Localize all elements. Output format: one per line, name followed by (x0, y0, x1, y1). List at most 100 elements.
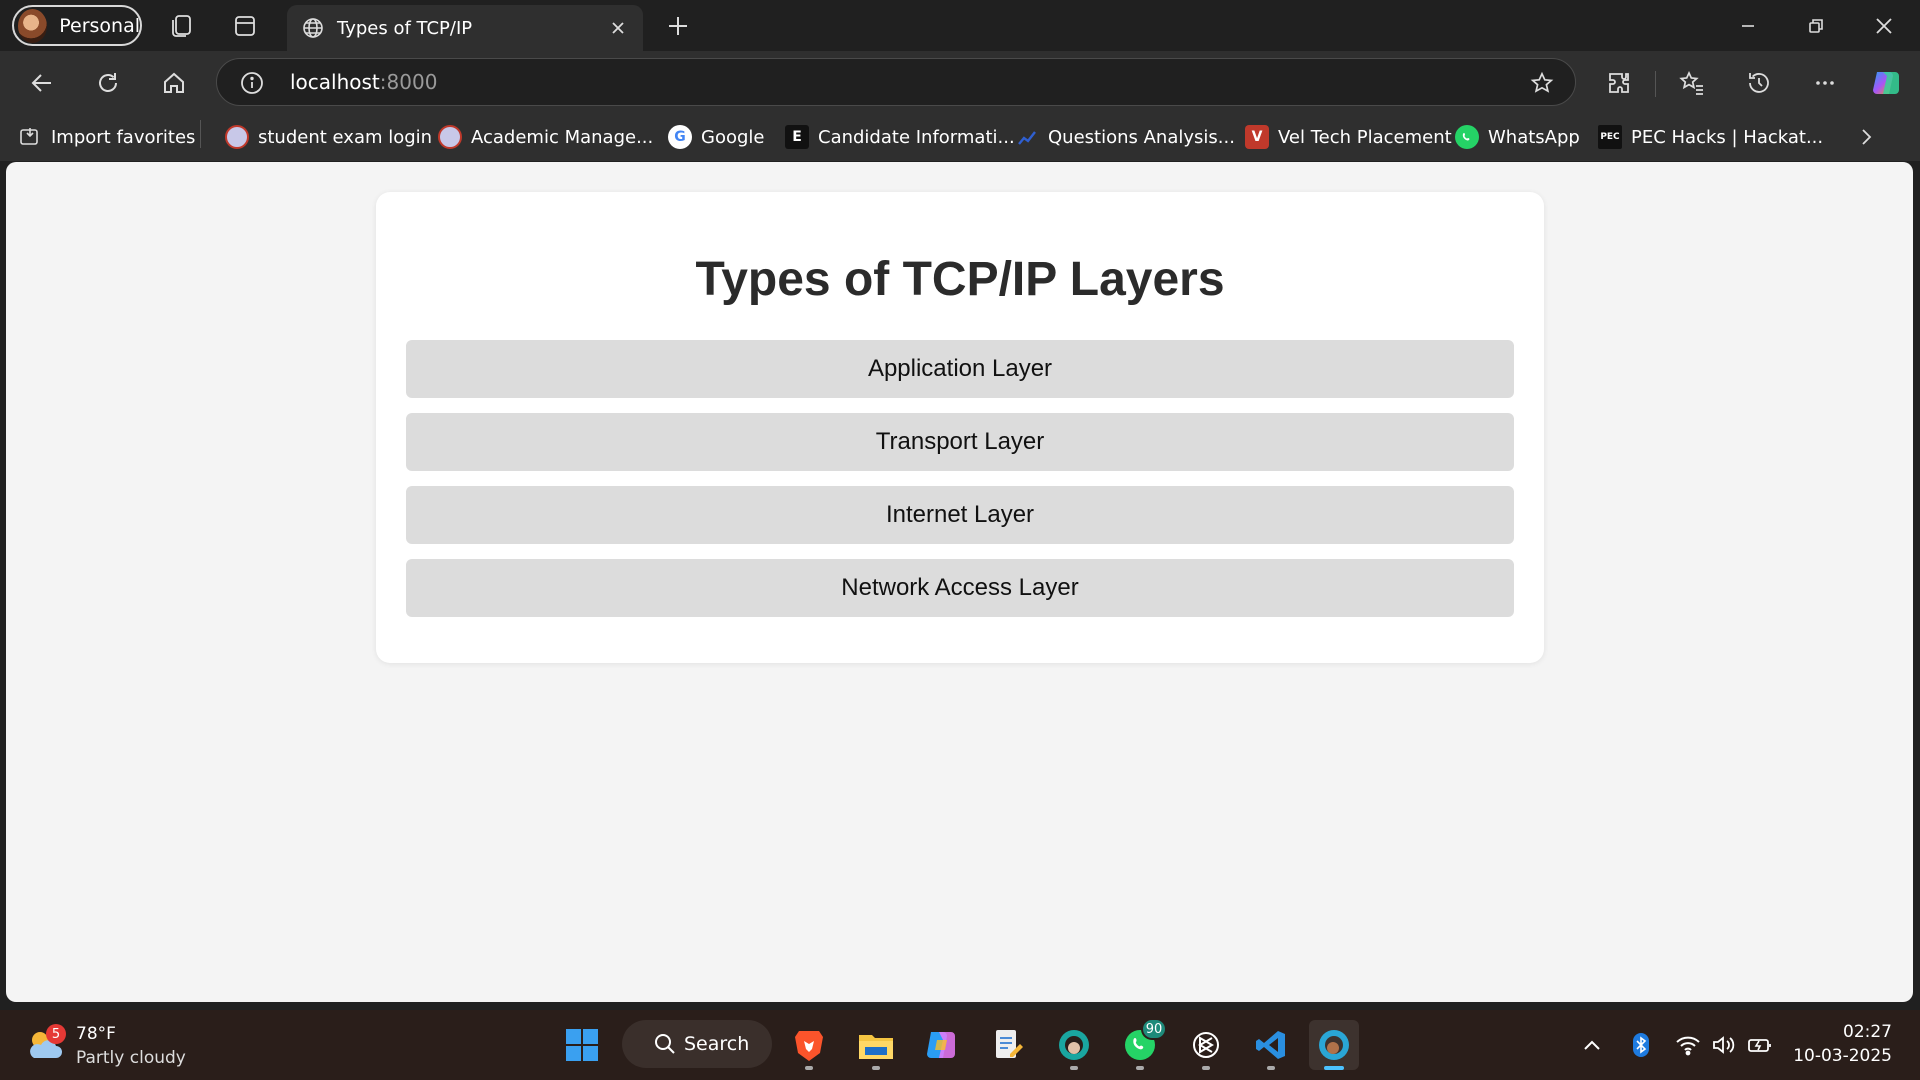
copilot-icon[interactable] (1866, 63, 1906, 103)
start-button[interactable] (557, 1020, 607, 1070)
chatgpt-icon[interactable] (1181, 1020, 1231, 1070)
pec-icon: PEC (1598, 125, 1622, 149)
page-viewport: Types of TCP/IP Layers Application Layer… (6, 162, 1913, 1002)
vscode-icon[interactable] (1246, 1020, 1296, 1070)
wifi-icon[interactable] (1674, 1032, 1702, 1058)
search-label: Search (684, 1033, 750, 1055)
bookmark-label: Vel Tech Placement (1278, 126, 1452, 148)
browser-title-bar: Personal Types of TCP/IP (0, 0, 1920, 51)
history-icon[interactable] (1739, 63, 1779, 103)
clock-time[interactable]: 02:27 (1843, 1022, 1892, 1042)
copilot-app-icon[interactable] (917, 1020, 967, 1070)
browser-toolbar: localhost:8000 (0, 51, 1920, 113)
site-info-icon[interactable] (237, 68, 267, 98)
university-seal-icon (225, 125, 249, 149)
bookmark-label: Google (701, 126, 765, 148)
workspaces-icon[interactable] (166, 10, 198, 42)
bookmarks-divider (200, 120, 201, 148)
avatar (18, 8, 48, 43)
taskbar-search[interactable]: Search (622, 1020, 772, 1068)
address-bar[interactable]: localhost:8000 (216, 58, 1576, 106)
bookmark-academic-manage[interactable]: Academic Manage... (438, 123, 653, 151)
transport-layer-button[interactable]: Transport Layer (406, 413, 1514, 471)
address-port: :8000 (379, 70, 438, 94)
whatsapp-icon (1455, 125, 1479, 149)
edge-profile-icon[interactable] (1049, 1020, 1099, 1070)
network-access-layer-button[interactable]: Network Access Layer (406, 559, 1514, 617)
running-indicator (872, 1066, 880, 1070)
address-text[interactable]: localhost:8000 (290, 70, 437, 94)
chart-logo-icon (1015, 125, 1039, 149)
toolbar-divider (1655, 71, 1656, 97)
weather-alert-badge: 5 (46, 1024, 66, 1044)
favorite-star-icon[interactable] (1527, 68, 1557, 98)
profile-button[interactable]: Personal (12, 5, 142, 46)
favorites-bar: Import favorites student exam login Acad… (0, 113, 1920, 161)
running-indicator (805, 1066, 813, 1070)
internet-layer-button[interactable]: Internet Layer (406, 486, 1514, 544)
bluetooth-icon[interactable] (1627, 1032, 1655, 1058)
bookmark-label: Import favorites (51, 126, 196, 148)
chevron-right-icon[interactable] (1852, 123, 1880, 151)
bookmark-label: PEC Hacks | Hackat... (1631, 126, 1824, 148)
clock-date[interactable]: 10-03-2025 (1793, 1046, 1892, 1066)
whatsapp-app-icon[interactable]: 90 (1115, 1018, 1167, 1070)
bookmark-student-exam-login[interactable]: student exam login (225, 123, 432, 151)
minimize-icon[interactable] (1728, 6, 1768, 46)
application-layer-button[interactable]: Application Layer (406, 340, 1514, 398)
google-icon: G (668, 125, 692, 149)
tab-title: Types of TCP/IP (337, 17, 473, 39)
bookmark-label: student exam login (258, 126, 433, 148)
bookmark-label: WhatsApp (1488, 126, 1580, 148)
running-indicator (1070, 1066, 1078, 1070)
weather-temperature: 78°F (76, 1024, 116, 1044)
weather-widget[interactable]: 5 78°F Partly cloudy (26, 1020, 256, 1070)
bookmark-questions-analysis[interactable]: Questions Analysis... (1015, 123, 1235, 151)
chevron-up-icon[interactable] (1578, 1032, 1606, 1058)
running-indicator (1136, 1066, 1144, 1070)
volume-icon[interactable] (1710, 1032, 1738, 1058)
notepad-icon[interactable] (983, 1020, 1033, 1070)
veltech-icon: V (1245, 125, 1269, 149)
bookmark-whatsapp[interactable]: WhatsApp (1455, 123, 1580, 151)
home-icon[interactable] (154, 63, 194, 103)
bookmark-google[interactable]: G Google (668, 123, 764, 151)
whatsapp-unread-badge: 90 (1141, 1018, 1167, 1040)
battery-charging-icon[interactable] (1746, 1032, 1774, 1058)
bookmark-candidate-information[interactable]: E Candidate Informati... (785, 123, 1015, 151)
bookmark-vel-tech-placement[interactable]: V Vel Tech Placement (1245, 123, 1452, 151)
bookmark-label: Academic Manage... (471, 126, 654, 148)
active-indicator (1324, 1066, 1344, 1070)
search-icon (654, 1033, 676, 1055)
bookmark-pec-hacks[interactable]: PEC PEC Hacks | Hackat... (1598, 123, 1823, 151)
globe-icon (301, 16, 325, 40)
edge-browser-icon[interactable] (1309, 1020, 1359, 1070)
bookmark-label: Candidate Informati... (818, 126, 1015, 148)
close-window-icon[interactable] (1864, 6, 1904, 46)
running-indicator (1267, 1066, 1275, 1070)
tab-active[interactable]: Types of TCP/IP (287, 5, 643, 51)
import-icon (18, 125, 42, 149)
profile-label: Personal (59, 14, 140, 37)
restore-icon[interactable] (1796, 6, 1836, 46)
file-explorer-icon[interactable] (851, 1020, 901, 1070)
running-indicator (1202, 1066, 1210, 1070)
address-host: localhost (290, 70, 380, 94)
taskbar: 5 78°F Partly cloudy Search 90 02:27 10-… (0, 1010, 1920, 1080)
university-seal-icon (438, 125, 462, 149)
refresh-icon[interactable] (88, 63, 128, 103)
back-arrow-icon[interactable] (22, 63, 62, 103)
e-logo-icon: E (785, 125, 809, 149)
close-tab-icon[interactable] (603, 13, 633, 43)
tab-actions-icon[interactable] (229, 10, 261, 42)
new-tab-icon[interactable] (661, 9, 695, 43)
layers-card: Types of TCP/IP Layers Application Layer… (376, 192, 1544, 663)
more-options-icon[interactable] (1805, 63, 1845, 103)
extensions-icon[interactable] (1599, 63, 1639, 103)
bookmark-label: Questions Analysis... (1048, 126, 1235, 148)
favorites-icon[interactable] (1672, 63, 1712, 103)
weather-description: Partly cloudy (76, 1048, 186, 1068)
brave-browser-icon[interactable] (784, 1020, 834, 1070)
page-title: Types of TCP/IP Layers (695, 253, 1225, 306)
bookmark-import-favorites[interactable]: Import favorites (18, 123, 195, 151)
